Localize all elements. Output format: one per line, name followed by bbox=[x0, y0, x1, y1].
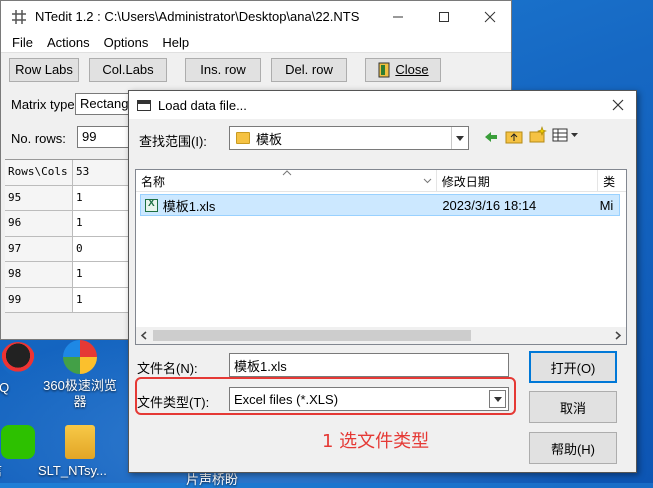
value-cell[interactable]: 0 bbox=[73, 236, 129, 261]
close-window-button[interactable] bbox=[467, 1, 513, 32]
column-header-modified[interactable]: 修改日期 bbox=[437, 170, 599, 191]
dropdown-button[interactable] bbox=[451, 127, 468, 149]
folder-zip-icon bbox=[65, 425, 95, 459]
cancel-button[interactable]: 取消 bbox=[529, 391, 617, 423]
view-menu-icon[interactable] bbox=[552, 128, 580, 142]
ntedit-titlebar[interactable]: NTedit 1.2 : C:\Users\Administrator\Desk… bbox=[1, 1, 511, 32]
table-row[interactable]: 97 0 bbox=[5, 236, 129, 262]
value-cell[interactable]: 1 bbox=[73, 287, 129, 312]
menu-options[interactable]: Options bbox=[97, 35, 156, 50]
no-rows-label: No. rows: bbox=[11, 131, 66, 146]
menu-bar: File Actions Options Help bbox=[1, 32, 511, 52]
window-title: NTedit 1.2 : C:\Users\Administrator\Desk… bbox=[35, 9, 360, 24]
window-icon bbox=[137, 99, 151, 111]
up-folder-icon[interactable] bbox=[505, 128, 523, 144]
close-icon bbox=[484, 11, 496, 22]
grid-header-cell: 53 bbox=[73, 160, 129, 185]
matrix-type-label: Matrix type: bbox=[11, 97, 79, 112]
matrix-type-select[interactable]: Rectang bbox=[75, 93, 135, 115]
grid-header-row: Rows\Cols 53 bbox=[5, 160, 129, 186]
ins-row-button[interactable]: Ins. row bbox=[185, 57, 261, 82]
filename-input[interactable]: 模板1.xls bbox=[229, 353, 509, 377]
look-in-value: 模板 bbox=[256, 131, 283, 147]
column-header-type[interactable]: 类 bbox=[598, 170, 626, 191]
del-row-button[interactable]: Del. row bbox=[271, 57, 347, 82]
desktop-icon-label: 微信 bbox=[0, 463, 2, 479]
row-label-cell: 95 bbox=[5, 185, 73, 210]
chevron-down-icon bbox=[456, 135, 464, 141]
toolbar: Row Labs Col.Labs Ins. row Del. row Clos… bbox=[1, 52, 511, 86]
dialog-titlebar[interactable]: Load data file... bbox=[129, 91, 636, 119]
table-row[interactable]: 98 1 bbox=[5, 262, 129, 288]
row-label-cell: 99 bbox=[5, 287, 73, 312]
grid-app-icon bbox=[12, 9, 26, 24]
new-folder-icon[interactable] bbox=[529, 126, 547, 144]
minimize-icon bbox=[393, 16, 403, 17]
file-type: Mi bbox=[599, 197, 614, 213]
minimize-button[interactable] bbox=[375, 1, 421, 32]
filename-label: 文件名(N): bbox=[137, 361, 198, 376]
value-cell[interactable]: 1 bbox=[73, 185, 129, 210]
data-grid: Rows\Cols 53 95 1 96 1 97 0 98 1 99 1 bbox=[5, 159, 129, 313]
value-cell[interactable]: 1 bbox=[73, 211, 129, 236]
file-row[interactable]: 模板1.xls 2023/3/16 18:14 Mi bbox=[140, 194, 620, 216]
look-in-label: 查找范围(I): bbox=[139, 134, 207, 149]
load-data-dialog: Load data file... 查找范围(I): 模板 名称 修改日期 类 … bbox=[128, 90, 637, 473]
file-list[interactable]: 名称 修改日期 类 模板1.xls 2023/3/16 18:14 Mi bbox=[135, 169, 627, 345]
value-cell[interactable]: 1 bbox=[73, 262, 129, 287]
column-header-name[interactable]: 名称 bbox=[136, 170, 437, 191]
grid-header-cell: Rows\Cols bbox=[5, 160, 73, 185]
horizontal-scrollbar[interactable] bbox=[136, 327, 626, 344]
desktop-icon-360-browser[interactable]: 360极速浏览器 bbox=[38, 340, 122, 409]
desktop-icon-label: 讯QQ bbox=[0, 380, 10, 395]
annotation-text: 1 选文件类型 bbox=[322, 431, 430, 452]
dialog-close-button[interactable] bbox=[604, 91, 632, 119]
desktop-icon-label: 片声桥盼 bbox=[186, 472, 239, 487]
look-in-combo[interactable]: 模板 bbox=[229, 126, 469, 150]
file-list-header: 名称 修改日期 类 bbox=[136, 170, 626, 192]
annotation-highlight-box bbox=[135, 377, 516, 415]
dialog-title: Load data file... bbox=[158, 97, 247, 113]
col-labs-button[interactable]: Col.Labs bbox=[89, 57, 167, 82]
desktop-icon-slt[interactable]: SLT_NTsy... bbox=[38, 425, 122, 478]
row-label-cell: 96 bbox=[5, 211, 73, 236]
menu-help[interactable]: Help bbox=[155, 35, 196, 50]
row-labs-button[interactable]: Row Labs bbox=[9, 57, 79, 82]
360-browser-icon bbox=[63, 340, 97, 374]
folder-icon bbox=[236, 132, 250, 144]
row-label-cell: 98 bbox=[5, 262, 73, 287]
table-row[interactable]: 96 1 bbox=[5, 211, 129, 237]
table-row[interactable]: 99 1 bbox=[5, 287, 129, 313]
desktop-icon-label: SLT_NTsy... bbox=[38, 463, 107, 478]
sort-ascending-icon bbox=[282, 170, 292, 176]
maximize-button[interactable] bbox=[421, 1, 467, 32]
desktop-icon-label: 360极速浏览器 bbox=[43, 378, 117, 409]
close-icon bbox=[612, 99, 624, 111]
scroll-left-icon[interactable] bbox=[140, 331, 148, 340]
column-name-label: 名称 bbox=[141, 175, 166, 189]
menu-actions[interactable]: Actions bbox=[40, 35, 97, 50]
maximize-icon bbox=[439, 11, 449, 22]
back-arrow-icon[interactable] bbox=[483, 129, 499, 145]
help-button[interactable]: 帮助(H) bbox=[529, 432, 617, 464]
scroll-right-icon[interactable] bbox=[614, 331, 622, 340]
close-button[interactable]: Close bbox=[365, 57, 441, 82]
chevron-down-icon bbox=[423, 178, 432, 184]
file-modified: 2023/3/16 18:14 bbox=[442, 197, 537, 213]
open-button[interactable]: 打开(O) bbox=[529, 351, 617, 383]
no-rows-input[interactable]: 99 bbox=[77, 126, 135, 148]
scrollbar-thumb[interactable] bbox=[153, 330, 471, 341]
menu-file[interactable]: File bbox=[5, 35, 40, 50]
qq-icon bbox=[1, 342, 35, 376]
table-row[interactable]: 95 1 bbox=[5, 185, 129, 211]
door-icon bbox=[378, 62, 390, 77]
row-label-cell: 97 bbox=[5, 236, 73, 261]
file-name: 模板1.xls bbox=[162, 198, 216, 214]
close-button-label: Close bbox=[395, 62, 429, 77]
wechat-icon bbox=[1, 425, 35, 459]
excel-file-icon bbox=[145, 198, 158, 212]
